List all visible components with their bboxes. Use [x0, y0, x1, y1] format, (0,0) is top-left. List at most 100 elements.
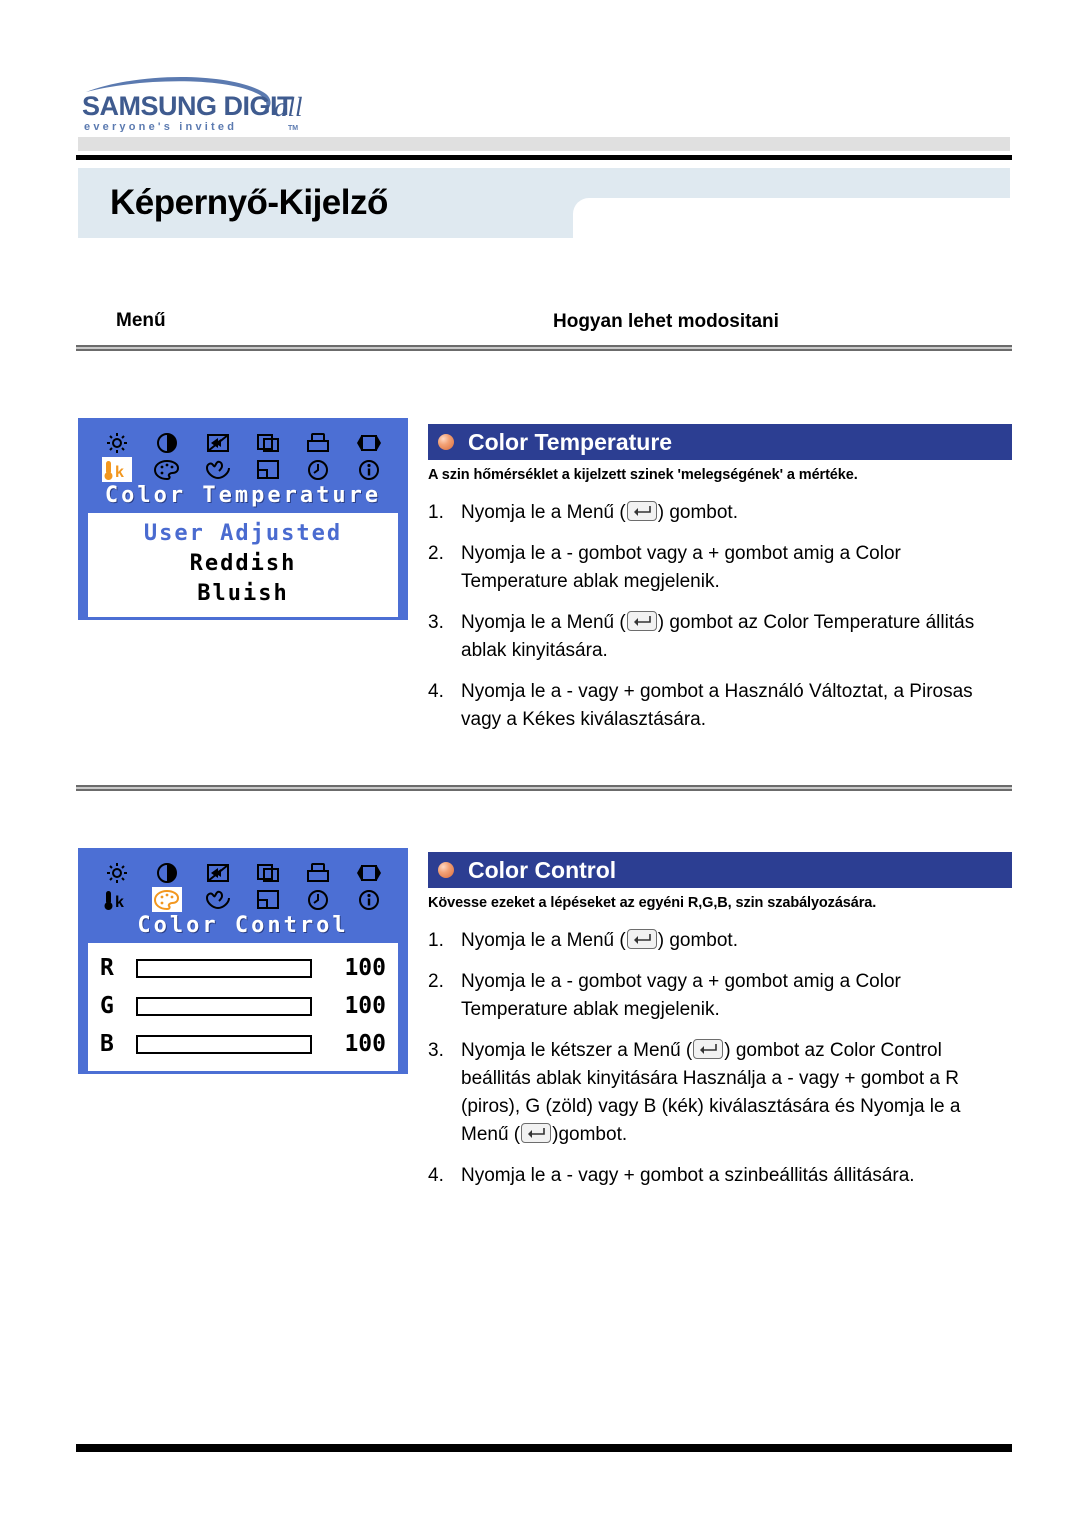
osd-position-icon	[253, 887, 283, 912]
rgb-letter: B	[100, 1031, 114, 1057]
rgb-row-blue: B 100	[96, 1025, 390, 1063]
color-balance-icon	[203, 457, 233, 482]
rgb-value: 100	[344, 1031, 386, 1057]
rgb-row-red: R 100	[96, 949, 390, 987]
step-number: 2.	[428, 543, 444, 564]
section-color-temperature: Color Temperature A szin hőmérséklet a k…	[428, 424, 1012, 747]
osd-position-icon	[253, 457, 283, 482]
step-number: 3.	[428, 1040, 444, 1061]
h-position-icon	[354, 860, 384, 885]
step-text-pre: Nyomja le a Menű (	[461, 930, 626, 951]
step-text-pre: Nyomja le a Menű (	[461, 502, 626, 523]
menu-key-icon	[626, 611, 657, 631]
image-lock-icon	[203, 860, 233, 885]
step-item: 2. Nyomja le a - gombot vagy a + gombot …	[428, 968, 1012, 1024]
step-number: 3.	[428, 612, 444, 633]
position-icon	[253, 430, 283, 455]
rgb-slider-red[interactable]	[136, 958, 312, 978]
steps-list: 1. Nyomja le a Menű () gombot. 2. Nyomja…	[428, 499, 1012, 734]
svg-text:k: k	[115, 894, 124, 911]
step-item: 1. Nyomja le a Menű ( ) gombot.	[428, 927, 1012, 955]
image-lock-icon	[203, 430, 233, 455]
step-text-post: ) gombot.	[657, 930, 738, 951]
contrast-icon	[152, 430, 182, 455]
step-text-pre: Nyomja le kétszer a Menű (	[461, 1040, 693, 1061]
step-text-pre: Nyomja le a - vagy + gombot a Használó V…	[461, 681, 973, 730]
bullet-sphere-icon	[438, 862, 454, 878]
color-temperature-icon: k	[102, 887, 132, 912]
step-number: 4.	[428, 681, 444, 702]
header-divider	[76, 345, 1012, 351]
page-title: Képernyő-Kijelző	[110, 183, 388, 222]
rgb-slider-blue[interactable]	[136, 1034, 312, 1054]
column-header-how-to: Hogyan lehet modositani	[553, 311, 779, 332]
menu-key-icon	[626, 501, 657, 521]
rgb-letter: R	[100, 955, 114, 981]
step-item: 3. Nyomja le a Menű () gombot az Color T…	[428, 609, 1012, 665]
osd-title-color-temperature: Color Temperature	[104, 483, 382, 508]
section-subtitle: A szin hőmérséklet a kijelzett szinek 'm…	[428, 467, 858, 483]
osd-options-panel: User Adjusted Reddish Bluish	[88, 513, 398, 617]
section-heading-bar: Color Temperature	[428, 424, 1012, 460]
section-heading-text: Color Control	[468, 857, 617, 883]
footer-rule	[76, 1444, 1012, 1452]
osd-color-control-preview: k Color Control R 100 G 100 B 100	[78, 848, 408, 1074]
step-number: 1.	[428, 502, 444, 523]
menu-key-icon	[626, 929, 657, 949]
step-item: 2. Nyomja le a - gombot vagy a + gombot …	[428, 540, 1012, 596]
step-item: 3. Nyomja le kétszer a Menű () gombot az…	[428, 1037, 1012, 1149]
size-icon	[303, 430, 333, 455]
rgb-letter: G	[100, 993, 114, 1019]
reset-timer-icon	[303, 457, 333, 482]
h-position-icon	[354, 430, 384, 455]
osd-icon-grid: k	[92, 429, 394, 483]
color-balance-icon	[203, 887, 233, 912]
step-text-pre: Nyomja le a - gombot vagy a + gombot ami…	[461, 543, 901, 592]
reset-timer-icon	[303, 887, 333, 912]
svg-text:all: all	[274, 92, 303, 122]
svg-text:everyone's invited: everyone's invited	[84, 121, 237, 132]
osd-option-user-adjusted[interactable]: User Adjusted	[96, 519, 390, 549]
osd-title-color-control: Color Control	[137, 913, 349, 938]
osd-option-bluish[interactable]: Bluish	[96, 579, 390, 609]
menu-key-icon	[521, 1123, 552, 1143]
section-subtitle: Kövesse ezeket a lépéseket az egyéni R,G…	[428, 895, 877, 911]
bullet-sphere-icon	[438, 434, 454, 450]
svg-text:SAMSUNG DIGIT: SAMSUNG DIGIT	[82, 91, 294, 121]
menu-key-icon	[693, 1039, 724, 1059]
section-heading-text: Color Temperature	[468, 429, 673, 455]
rgb-value: 100	[344, 993, 386, 1019]
color-control-icon	[152, 887, 183, 912]
step-item: 4. Nyomja le a - vagy + gombot a szinbeá…	[428, 1162, 1012, 1190]
header-gray-strip	[78, 137, 1010, 151]
step-text-pre: Nyomja le a - vagy + gombot a szinbeálli…	[461, 1165, 915, 1186]
header-rule	[76, 155, 1012, 160]
steps-list: 1. Nyomja le a Menű ( ) gombot. 2. Nyomja…	[428, 927, 1012, 1190]
rgb-slider-green[interactable]	[136, 996, 312, 1016]
osd-option-reddish[interactable]: Reddish	[96, 549, 390, 579]
osd-icon-grid: k	[92, 859, 394, 913]
svg-text:k: k	[115, 464, 124, 481]
position-icon	[253, 860, 283, 885]
step-text-pre: Nyomja le a - gombot vagy a + gombot ami…	[461, 971, 901, 1020]
section-heading-bar: Color Control	[428, 852, 1012, 888]
step-item: 1. Nyomja le a Menű () gombot.	[428, 499, 1012, 527]
svg-text:TM: TM	[288, 125, 298, 132]
osd-rgb-panel: R 100 G 100 B 100	[88, 943, 398, 1071]
section-divider	[76, 785, 1012, 791]
step-text-tail: )gombot.	[552, 1124, 628, 1145]
osd-color-temperature-preview: k Color Temperature User Adjusted Reddis…	[78, 418, 408, 620]
step-number: 1.	[428, 930, 444, 951]
color-temperature-icon: k	[102, 457, 133, 482]
title-banner-notch	[573, 198, 1012, 240]
rgb-row-green: G 100	[96, 987, 390, 1025]
brightness-icon	[102, 860, 132, 885]
brightness-icon	[102, 430, 132, 455]
information-icon	[354, 887, 384, 912]
rgb-value: 100	[344, 955, 386, 981]
step-number: 2.	[428, 971, 444, 992]
contrast-icon	[152, 860, 182, 885]
column-header-menu: Menű	[116, 310, 166, 331]
section-color-control: Color Control Kövesse ezeket a lépéseket…	[428, 852, 1012, 1203]
information-icon	[354, 457, 384, 482]
